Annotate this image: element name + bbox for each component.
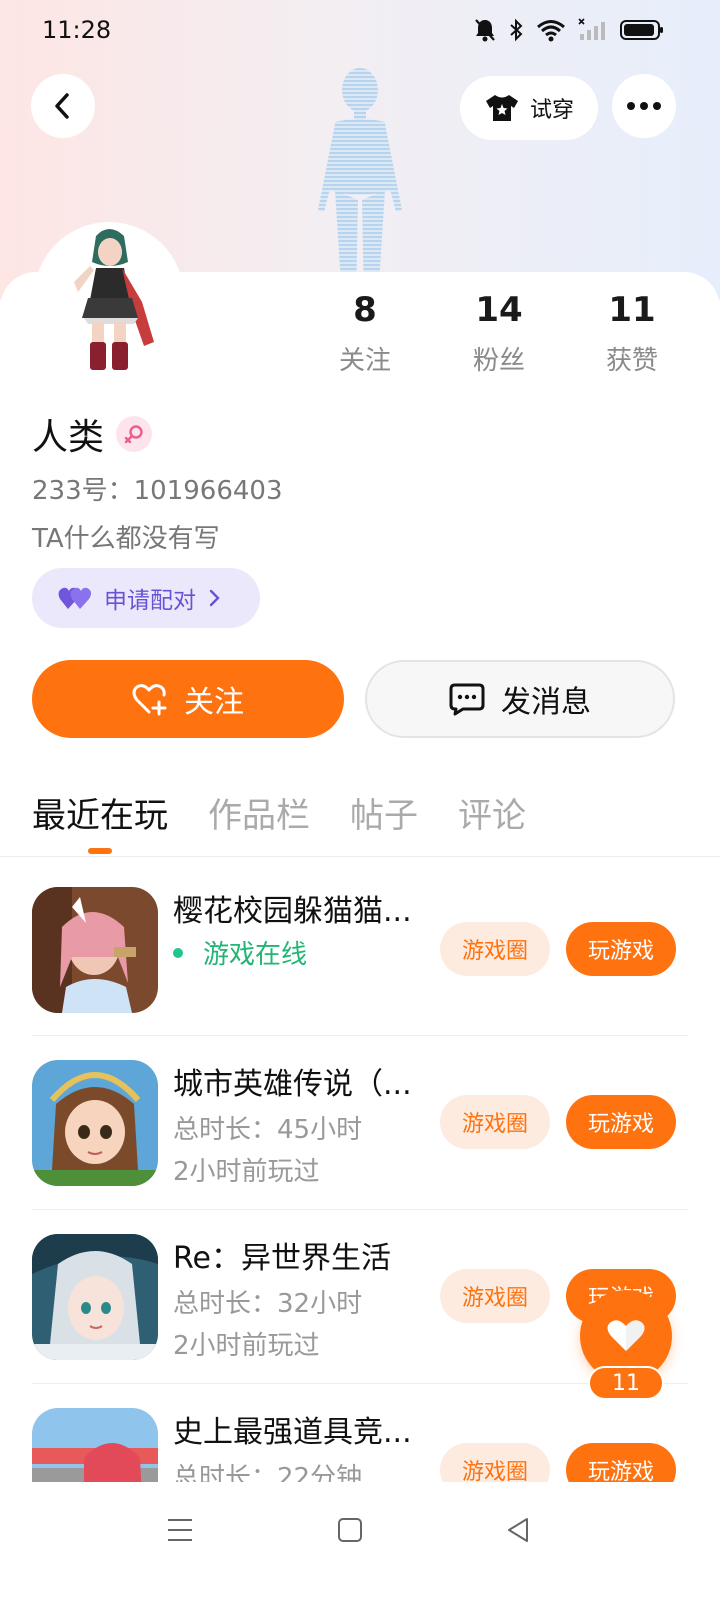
more-icon: [627, 102, 661, 110]
tab-comments[interactable]: 评论: [458, 788, 526, 848]
nav-menu-button[interactable]: [160, 1510, 200, 1550]
game-last-played: 2小时前玩过: [173, 1331, 320, 1361]
menu-icon: [168, 1519, 192, 1541]
chat-bubble-icon: [449, 683, 485, 716]
game-thumbnail: [32, 1408, 158, 1482]
wifi-icon: [537, 20, 565, 42]
game-total-time: 总时长：45小时: [173, 1115, 363, 1145]
double-heart-icon: [58, 587, 92, 609]
game-last-played: 2小时前玩过: [173, 1157, 320, 1187]
tabs-divider: [0, 856, 720, 857]
game-title: 樱花校园躲猫猫...: [173, 894, 412, 929]
mute-bell-icon: [475, 19, 495, 42]
nav-back-button[interactable]: [498, 1510, 538, 1550]
status-icons: [474, 18, 664, 42]
game-circle-button[interactable]: 游戏圈: [440, 1269, 550, 1323]
game-row[interactable]: 樱花校园躲猫猫... 游戏在线 游戏圈 玩游戏: [0, 862, 720, 1035]
status-bar: 11:28: [0, 0, 720, 64]
stat-following[interactable]: 8 关注: [310, 290, 420, 377]
back-triangle-icon: [508, 1518, 528, 1542]
play-game-button[interactable]: 玩游戏: [566, 1443, 676, 1482]
game-total-time: 总时长：22分钟: [173, 1463, 363, 1482]
game-icon: [32, 1060, 158, 1186]
stat-label: 获赞: [605, 346, 658, 376]
send-message-button[interactable]: 发消息: [365, 660, 675, 738]
play-game-button[interactable]: 玩游戏: [566, 922, 676, 976]
game-title: Re：异世界生活: [173, 1241, 391, 1276]
gender-badge: [116, 416, 153, 452]
request-pair-button[interactable]: 申请配对: [32, 568, 260, 628]
try-on-label: 试穿: [529, 98, 574, 123]
avatar[interactable]: [34, 222, 184, 372]
try-on-button[interactable]: 试穿: [460, 76, 598, 140]
heart-plus-icon: [132, 684, 167, 716]
stat-label: 关注: [338, 346, 391, 376]
tab-posts[interactable]: 帖子: [350, 788, 418, 848]
profile-tabs: 最近在玩 作品栏 帖子 评论: [32, 788, 526, 848]
stat-value: 8: [353, 290, 377, 330]
request-pair-label: 申请配对: [104, 588, 196, 614]
stat-fans[interactable]: 14 粉丝: [444, 290, 554, 377]
tab-works[interactable]: 作品栏: [208, 788, 310, 848]
female-gender-icon: [124, 425, 143, 444]
game-title: 史上最强道具竞...: [173, 1415, 412, 1450]
game-icon: [32, 1408, 158, 1482]
bio-text: TA什么都没有写: [32, 524, 220, 554]
game-online-status: 游戏在线: [173, 934, 307, 971]
user-id: 233号：101966403: [32, 476, 283, 506]
stat-value: 11: [608, 290, 656, 330]
game-row[interactable]: 城市英雄传说（... 总时长：45小时 2小时前玩过 游戏圈 玩游戏: [0, 1035, 720, 1208]
send-message-label: 发消息: [501, 685, 591, 720]
tshirt-icon: [485, 95, 518, 121]
online-dot: [173, 947, 183, 958]
follow-button[interactable]: 关注: [32, 660, 344, 738]
game-icon: [32, 1234, 158, 1360]
hologram-avatar-figure: [318, 68, 402, 300]
nav-home-button[interactable]: [330, 1510, 370, 1550]
status-time: 11:28: [42, 16, 112, 44]
stat-likes[interactable]: 11 获赞: [577, 290, 687, 377]
heart-icon: [607, 1320, 645, 1351]
game-icon: [32, 887, 158, 1013]
follow-label: 关注: [184, 685, 244, 720]
profile-name: 人类: [32, 417, 105, 458]
system-nav-bar: [0, 1482, 720, 1600]
game-thumbnail: [32, 1234, 158, 1360]
chevron-right-icon: [209, 589, 220, 607]
tab-recently-played[interactable]: 最近在玩: [32, 788, 168, 848]
stat-value: 14: [475, 290, 523, 330]
back-button[interactable]: [31, 74, 95, 138]
signal-icon: [578, 18, 605, 40]
game-online-label: 游戏在线: [203, 940, 308, 970]
bluetooth-icon: [510, 18, 523, 42]
game-circle-button[interactable]: 游戏圈: [440, 1443, 550, 1482]
active-tab-indicator: [88, 848, 112, 854]
back-icon: [55, 93, 69, 119]
game-circle-button[interactable]: 游戏圈: [440, 1095, 550, 1149]
game-thumbnail: [32, 1060, 158, 1186]
game-title: 城市英雄传说（...: [173, 1067, 412, 1102]
stat-label: 粉丝: [472, 346, 525, 376]
battery-icon: [620, 20, 663, 40]
like-count-badge: 11: [588, 1366, 664, 1400]
more-button[interactable]: [612, 74, 676, 138]
game-circle-button[interactable]: 游戏圈: [440, 922, 550, 976]
game-total-time: 总时长：32小时: [173, 1289, 363, 1319]
name-row: 人类: [32, 408, 153, 460]
game-thumbnail: [32, 887, 158, 1013]
avatar-character-image: [74, 229, 154, 370]
play-game-button[interactable]: 玩游戏: [566, 1095, 676, 1149]
home-square-icon: [338, 1518, 362, 1542]
